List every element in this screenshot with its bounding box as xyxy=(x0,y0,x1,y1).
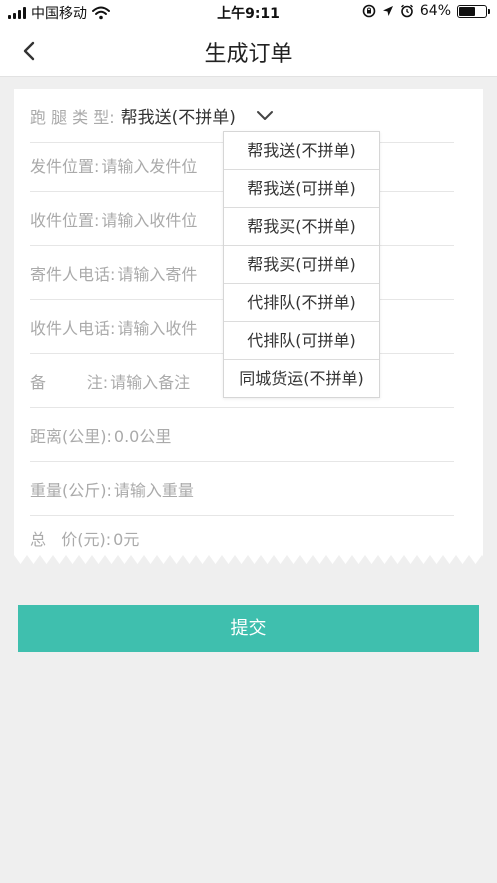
weight-label: 重量(公斤): xyxy=(30,480,112,500)
sender-phone-input[interactable]: 请输入寄件 xyxy=(117,261,197,285)
dropdown-option[interactable]: 帮我买(不拼单) xyxy=(224,208,379,246)
status-right: 64% xyxy=(362,3,490,19)
submit-button[interactable]: 提交 xyxy=(18,605,479,652)
total-price-value: 0元 xyxy=(113,530,140,549)
dropdown-option[interactable]: 帮我买(可拼单) xyxy=(224,246,379,284)
distance-label: 距离(公里): xyxy=(30,426,112,446)
dropdown-option[interactable]: 同城货运(不拼单) xyxy=(224,360,379,397)
nav-bar: 生成订单 xyxy=(0,26,497,77)
alarm-icon xyxy=(400,4,413,18)
page-title: 生成订单 xyxy=(204,42,293,67)
receiver-phone-label: 收件人电话: xyxy=(30,318,116,338)
battery-percent: 64% xyxy=(419,3,451,19)
remark-input[interactable]: 请输入备注 xyxy=(110,369,190,393)
battery-icon xyxy=(457,4,490,18)
weight-row: 重量(公斤): 请输入重量 xyxy=(30,462,454,516)
errand-type-value[interactable]: 帮我送(不拼单) xyxy=(121,103,236,128)
sender-phone-label: 寄件人电话: xyxy=(30,264,116,284)
status-bar: 中国移动 上午9:11 64% xyxy=(0,0,497,26)
dropdown-option[interactable]: 代排队(可拼单) xyxy=(224,322,379,360)
remark-label: 备 注: xyxy=(30,372,109,392)
total-price-row: 总 价(元): 0元 xyxy=(30,512,454,564)
errand-type-dropdown: 帮我送(不拼单) 帮我送(可拼单) 帮我买(不拼单) 帮我买(可拼单) 代排队(… xyxy=(223,131,380,398)
weight-input[interactable]: 请输入重量 xyxy=(114,477,194,501)
sender-location-label: 发件位置: xyxy=(30,156,100,176)
receiver-location-input[interactable]: 请输入收件位 xyxy=(101,207,197,231)
receiver-phone-input[interactable]: 请输入收件 xyxy=(117,315,197,339)
chevron-down-icon[interactable] xyxy=(256,110,274,122)
rotation-lock-icon xyxy=(362,4,376,18)
errand-type-label: 跑 腿 类 型: xyxy=(30,107,115,127)
sender-location-input[interactable]: 请输入发件位 xyxy=(101,153,197,177)
distance-row: 距离(公里): 0.0公里 xyxy=(30,408,454,462)
receiver-location-label: 收件位置: xyxy=(30,210,100,230)
dropdown-option[interactable]: 代排队(不拼单) xyxy=(224,284,379,322)
distance-value: 0.0公里 xyxy=(113,426,172,446)
dropdown-option[interactable]: 帮我送(可拼单) xyxy=(224,170,379,208)
total-price-label: 总 价(元): xyxy=(30,530,112,549)
dropdown-option[interactable]: 帮我送(不拼单) xyxy=(224,132,379,170)
location-icon xyxy=(382,6,393,16)
